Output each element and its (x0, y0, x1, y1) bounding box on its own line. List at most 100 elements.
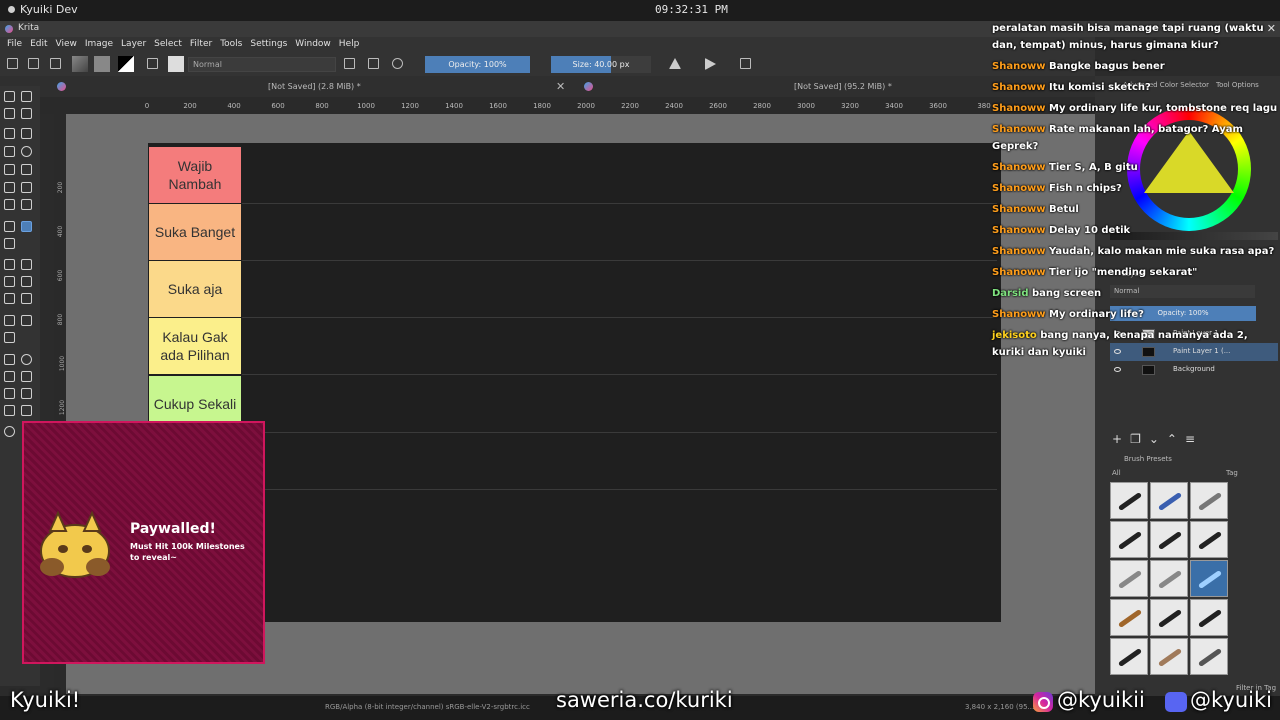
color-picker-tool-icon[interactable] (21, 259, 32, 270)
reload-preset-icon[interactable] (392, 58, 403, 69)
fill-tool-icon[interactable] (4, 293, 15, 304)
save-file-icon[interactable] (50, 58, 61, 69)
duplicate-layer-icon[interactable]: ❐ (1130, 432, 1149, 446)
magnetic-select-tool-icon[interactable] (21, 405, 32, 416)
menu-file[interactable]: File (7, 37, 22, 52)
menu-tools[interactable]: Tools (220, 37, 242, 52)
ruler-tick: 1000 (357, 102, 375, 110)
contiguous-select-tool-icon[interactable] (4, 388, 15, 399)
brush-preset-selected[interactable] (1190, 560, 1228, 597)
brush-preset[interactable] (1190, 638, 1228, 675)
brush-preset[interactable] (1150, 599, 1188, 636)
pattern-swatch[interactable] (94, 56, 110, 72)
transform-tool-icon[interactable] (4, 221, 15, 232)
mirror-horizontal-icon[interactable] (669, 58, 681, 69)
brush-tag-select[interactable]: Tag (1226, 469, 1238, 477)
brush-preset[interactable] (1110, 638, 1148, 675)
move-up-icon[interactable]: ⌃ (1167, 432, 1185, 446)
menu-settings[interactable]: Settings (250, 37, 287, 52)
line-tool-icon[interactable] (21, 128, 32, 139)
brush-preset[interactable] (1110, 560, 1148, 597)
crop-icon[interactable] (740, 58, 751, 69)
brush-preset-swatch[interactable] (168, 56, 184, 72)
chat-text: Tier ijo "mending sekarat" (1049, 267, 1198, 278)
ruler-tick: 3400 (885, 102, 903, 110)
freehand-path-tool-icon[interactable] (21, 182, 32, 193)
assistant-tool-icon[interactable] (4, 315, 15, 326)
chat-message: Darsid bang screen (992, 285, 1278, 302)
polyline-tool-icon[interactable] (21, 164, 32, 175)
ruler-tick: 400 (227, 102, 241, 110)
crop-tool-icon[interactable] (4, 238, 15, 249)
edit-shape-tool-icon[interactable] (4, 108, 15, 119)
colorize-mask-tool-icon[interactable] (4, 276, 15, 287)
brush-preset[interactable] (1190, 521, 1228, 558)
brush-preset[interactable] (1110, 521, 1148, 558)
freehand-select-tool-icon[interactable] (21, 371, 32, 382)
tab-document-1[interactable]: [Not Saved] (2.8 MiB) * (268, 76, 361, 97)
menu-filter[interactable]: Filter (190, 37, 212, 52)
calligraphy-tool-icon[interactable] (21, 108, 32, 119)
similar-select-tool-icon[interactable] (21, 388, 32, 399)
rectangle-tool-icon[interactable] (4, 146, 15, 157)
brush-preset[interactable] (1150, 521, 1188, 558)
brush-settings-icon[interactable] (147, 58, 158, 69)
alpha-lock-icon[interactable] (368, 58, 379, 69)
enclose-fill-tool-icon[interactable] (21, 293, 32, 304)
smart-patch-tool-icon[interactable] (21, 276, 32, 287)
tab-close-icon[interactable]: ✕ (556, 76, 565, 97)
polygon-tool-icon[interactable] (4, 164, 15, 175)
select-shape-tool-icon[interactable] (4, 91, 15, 102)
text-tool-icon[interactable] (21, 91, 32, 102)
open-file-icon[interactable] (28, 58, 39, 69)
brush-preset[interactable] (1190, 482, 1228, 519)
visibility-eye-icon[interactable] (1114, 367, 1121, 372)
os-app-name: Kyuiki Dev (20, 3, 78, 16)
bezier-tool-icon[interactable] (4, 182, 15, 193)
zoom-tool-icon[interactable] (4, 426, 15, 437)
chat-message: Shanoww My ordinary life kur, tombstone … (992, 100, 1278, 117)
tier-list-canvas[interactable]: Wajib Nambah Suka Banget Suka aja Kalau … (148, 143, 1001, 622)
brush-filter-select[interactable]: All (1112, 469, 1121, 477)
gradient-swatch[interactable] (72, 56, 88, 72)
fg-bg-color-swatch[interactable] (118, 56, 134, 72)
mirror-vertical-icon[interactable] (705, 58, 716, 70)
brush-preset[interactable] (1110, 599, 1148, 636)
brush-preset[interactable] (1190, 599, 1228, 636)
move-tool-icon[interactable] (21, 221, 32, 232)
multibrush-tool-icon[interactable] (21, 199, 32, 210)
gradient-tool-icon[interactable] (4, 259, 15, 270)
opacity-slider[interactable]: Opacity: 100% (425, 56, 530, 73)
polygon-select-tool-icon[interactable] (4, 371, 15, 382)
menu-image[interactable]: Image (85, 37, 113, 52)
brush-preset[interactable] (1110, 482, 1148, 519)
chat-user: Shanoww (992, 309, 1046, 320)
layer-properties-icon[interactable]: ≡ (1185, 432, 1203, 446)
paywall-overlay: Paywalled! Must Hit 100k Milestones to r… (22, 421, 265, 664)
measure-tool-icon[interactable] (21, 315, 32, 326)
dynamic-brush-tool-icon[interactable] (4, 199, 15, 210)
menu-select[interactable]: Select (154, 37, 182, 52)
menu-edit[interactable]: Edit (30, 37, 47, 52)
menu-window[interactable]: Window (295, 37, 331, 52)
ellipse-tool-icon[interactable] (21, 146, 32, 157)
menu-help[interactable]: Help (339, 37, 360, 52)
tab-document-2[interactable]: [Not Saved] (95.2 MiB) * (794, 76, 892, 97)
blend-mode-select[interactable]: Normal (188, 57, 336, 72)
tier-row-divider (242, 489, 997, 490)
menu-view[interactable]: View (56, 37, 77, 52)
brush-preset[interactable] (1150, 482, 1188, 519)
menu-layer[interactable]: Layer (121, 37, 146, 52)
new-file-icon[interactable] (7, 58, 18, 69)
bezier-select-tool-icon[interactable] (4, 405, 15, 416)
size-slider[interactable]: Size: 40.00 px (551, 56, 651, 73)
move-down-icon[interactable]: ⌄ (1149, 432, 1167, 446)
brush-preset[interactable] (1150, 560, 1188, 597)
freehand-brush-tool-icon[interactable] (4, 128, 15, 139)
brush-preset[interactable] (1150, 638, 1188, 675)
eraser-icon[interactable] (344, 58, 355, 69)
rect-select-tool-icon[interactable] (4, 354, 15, 365)
reference-tool-icon[interactable] (4, 332, 15, 343)
ellipse-select-tool-icon[interactable] (21, 354, 32, 365)
add-layer-icon[interactable]: + (1112, 432, 1130, 446)
